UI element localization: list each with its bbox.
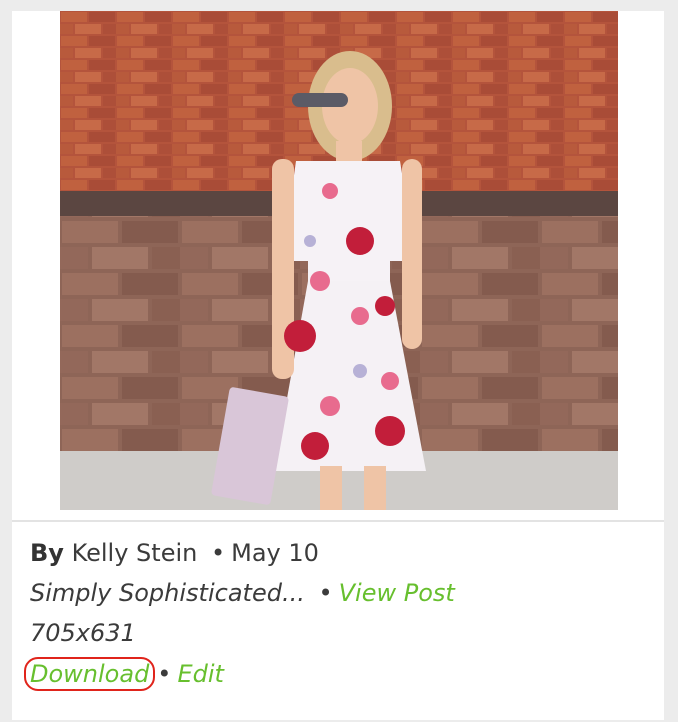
separator: • — [157, 660, 172, 688]
post-date: May 10 — [231, 539, 319, 567]
actions-line: Download • Edit — [24, 657, 224, 691]
separator: • — [210, 539, 226, 567]
post-line: Simply Sophisticated... • View Post — [30, 578, 455, 608]
edit-link[interactable]: Edit — [177, 660, 223, 688]
author-name: Kelly Stein — [71, 539, 198, 567]
card-divider — [12, 520, 664, 522]
download-link[interactable]: Download — [30, 660, 149, 688]
view-post-link[interactable]: View Post — [339, 579, 455, 607]
author-line: By Kelly Stein • May 10 — [30, 538, 319, 568]
by-label: By — [30, 539, 64, 567]
post-photo[interactable] — [60, 11, 618, 510]
photo-card: By Kelly Stein • May 10 Simply Sophistica… — [12, 11, 664, 720]
download-highlight: Download — [24, 657, 156, 691]
image-dimensions: 705x631 — [30, 619, 136, 647]
separator: • — [318, 579, 333, 607]
post-title: Simply Sophisticated... — [30, 579, 305, 607]
